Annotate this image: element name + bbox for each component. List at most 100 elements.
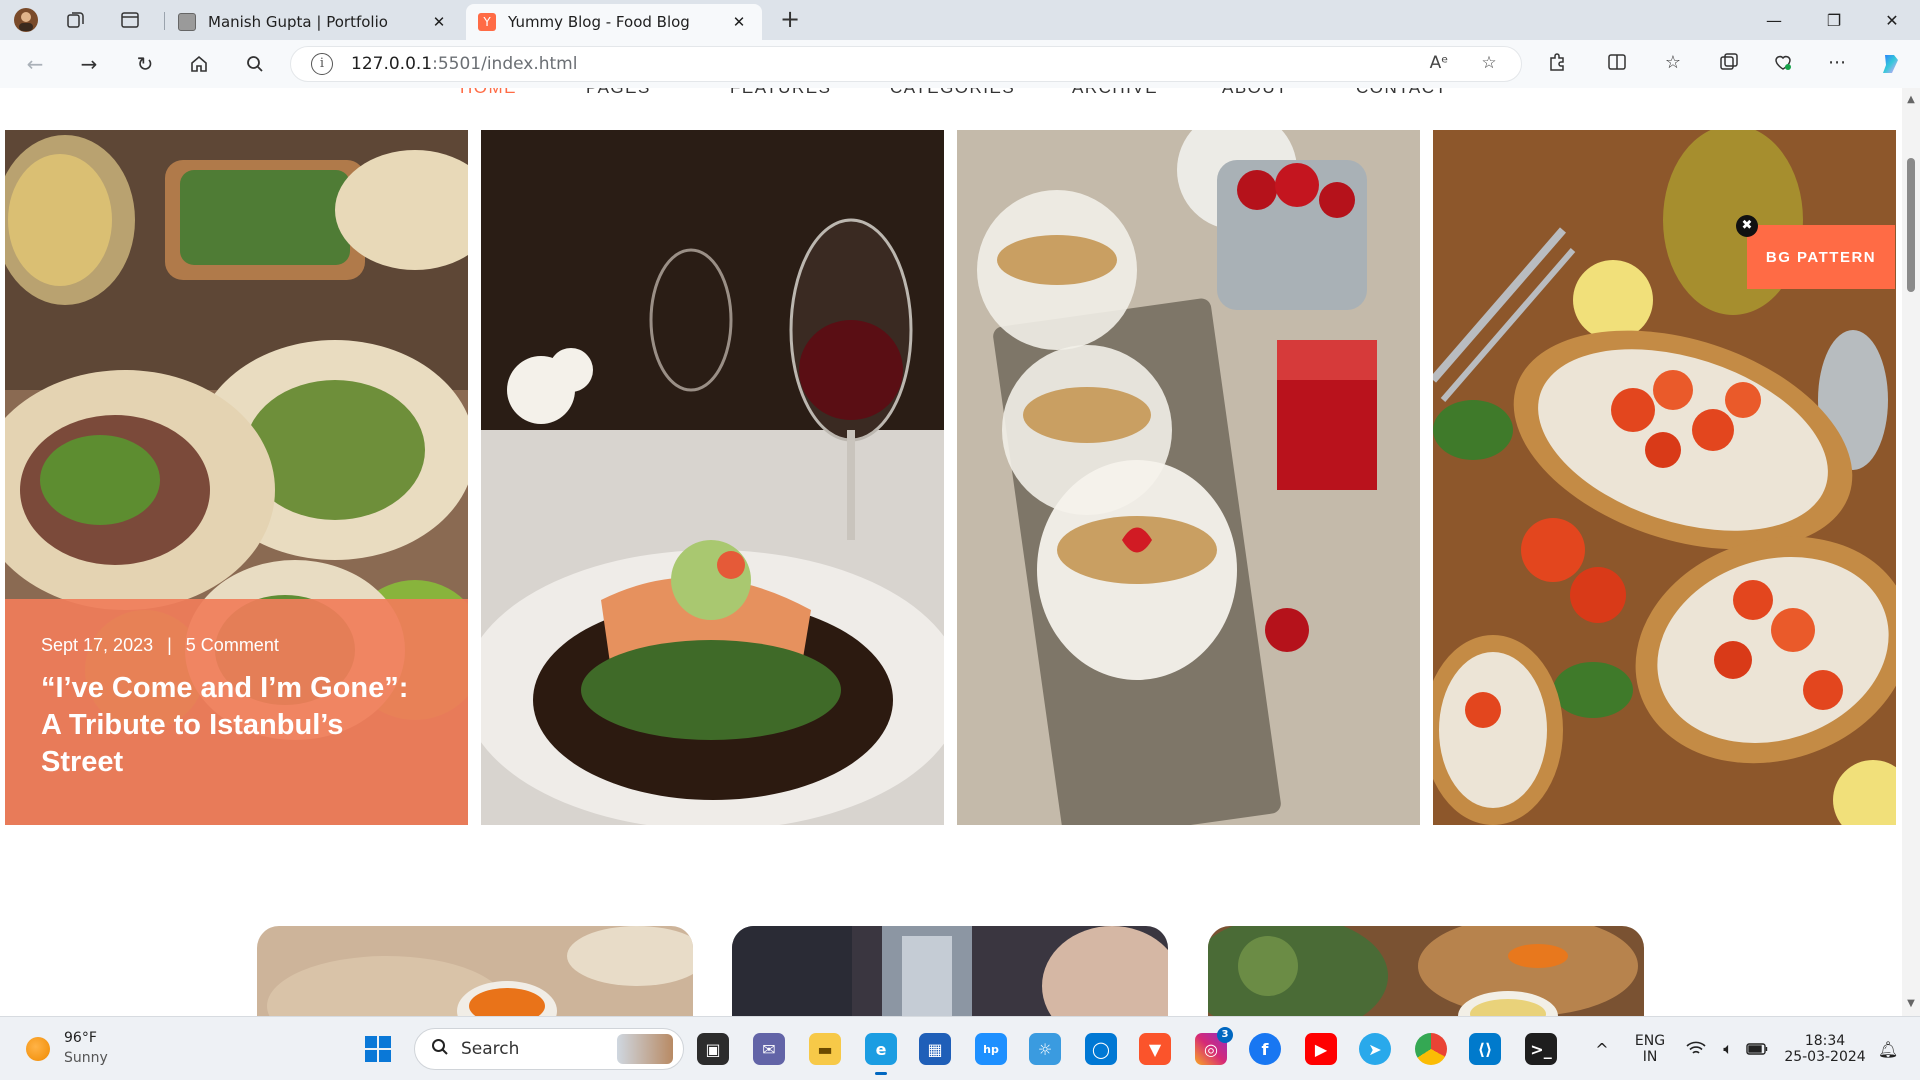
page-scrollbar[interactable]: ▲ ▼ <box>1902 88 1920 1016</box>
language-code: ENG <box>1634 1033 1666 1049</box>
copilot-icon[interactable] <box>1878 52 1904 76</box>
clock-time: 18:34 <box>1804 1033 1846 1049</box>
nav-features[interactable]: FEATURES <box>730 88 831 98</box>
brave-browser-icon[interactable]: ▼ <box>1139 1033 1171 1065</box>
post-date: Sept 17, 2023 <box>41 635 154 655</box>
vertical-tabs-icon[interactable] <box>116 6 144 34</box>
post-overlay: Sept 17, 2023 | 5 Comment “I’ve Come and I… <box>5 599 468 825</box>
nav-home[interactable]: HOME <box>460 88 517 98</box>
split-screen-icon[interactable] <box>1604 52 1630 76</box>
notification-badge: 3 <box>1217 1027 1233 1043</box>
file-explorer-icon[interactable]: ▬ <box>809 1033 841 1065</box>
minimize-button[interactable]: — <box>1746 0 1802 40</box>
bg-pattern-close-icon[interactable]: ✖ <box>1736 215 1758 237</box>
workspaces-icon[interactable] <box>62 6 90 34</box>
tab-portfolio[interactable]: Manish Gupta | Portfolio ✕ <box>166 4 462 40</box>
url-text[interactable]: 127.0.0.1:5501/index.html <box>351 54 577 74</box>
post-meta: Sept 17, 2023 | 5 Comment <box>41 635 432 656</box>
battery-icon[interactable] <box>1746 1017 1770 1081</box>
yummy-favicon-icon: Y <box>478 13 496 31</box>
parfait-photo <box>957 130 1420 825</box>
new-tab-button[interactable]: + <box>776 6 804 34</box>
chrome-icon[interactable] <box>1415 1033 1447 1065</box>
search-icon[interactable] <box>240 50 270 78</box>
edge-browser-icon[interactable]: e <box>865 1033 897 1075</box>
tab-title: Manish Gupta | Portfolio <box>208 13 388 31</box>
salmon-photo <box>481 130 944 825</box>
site-navigation: HOME PAGES FEATURES CATEGORIES ARCHIVE A… <box>0 88 1902 106</box>
nav-categories[interactable]: CATEGORIES <box>890 88 1015 98</box>
site-info-icon[interactable]: i <box>311 53 333 75</box>
facebook-icon[interactable]: f <box>1249 1033 1281 1065</box>
windows-taskbar: 96°F Sunny Search ▣ ✉ ▬ e ▦ hp ☼ ◯ ▼ ◎ 3 … <box>0 1016 1920 1080</box>
scrollbar-thumb[interactable] <box>1907 158 1915 292</box>
notification-bell-icon[interactable]: 🔔︎ <box>1876 1017 1900 1081</box>
tab-yummy-blog[interactable]: Y Yummy Blog - Food Blog ✕ <box>466 4 762 40</box>
search-highlight-icon <box>617 1034 673 1064</box>
tab-title: Yummy Blog - Food Blog <box>508 13 690 31</box>
telegram-icon[interactable]: ➤ <box>1359 1033 1391 1065</box>
address-bar[interactable]: i 127.0.0.1:5501/index.html Aᵉ ☆ <box>290 46 1522 82</box>
close-icon[interactable]: ✕ <box>728 13 750 31</box>
restore-button[interactable]: ❐ <box>1806 0 1862 40</box>
profile-avatar-icon[interactable] <box>12 6 40 34</box>
browser-tab-strip: Manish Gupta | Portfolio ✕ Y Yummy Blog … <box>0 0 1920 40</box>
nav-pages[interactable]: PAGES <box>586 88 651 98</box>
microsoft-store-icon[interactable]: ▦ <box>919 1033 951 1065</box>
post-thumbnail[interactable] <box>732 926 1168 1016</box>
featured-post-card[interactable]: Sept 17, 2023 | 5 Comment “I’ve Come and I… <box>5 130 468 825</box>
nav-archive[interactable]: ARCHIVE <box>1072 88 1158 98</box>
post-comments[interactable]: 5 Comment <box>186 635 279 655</box>
url-path: :5501/index.html <box>432 54 578 74</box>
close-icon[interactable]: ✕ <box>428 13 450 31</box>
youtube-icon[interactable]: ▶ <box>1305 1033 1337 1065</box>
refresh-button[interactable]: ↻ <box>130 50 160 78</box>
cortana-icon[interactable]: ◯ <box>1085 1033 1117 1065</box>
weather-app-icon[interactable]: ☼ <box>1029 1033 1061 1065</box>
volume-icon[interactable]: 🔈︎ <box>1716 1017 1740 1081</box>
task-view-icon[interactable]: ▣ <box>697 1033 729 1065</box>
instagram-icon[interactable]: ◎ 3 <box>1195 1027 1233 1065</box>
post-headline[interactable]: “I’ve Come and I’m Gone”: A Tribute to I… <box>41 670 432 781</box>
terminal-icon[interactable]: >_ <box>1525 1033 1557 1065</box>
featured-post-card[interactable] <box>957 130 1420 825</box>
browser-toolbar: ← → ↻ i 127.0.0.1:5501/index.html Aᵉ ☆ ☆… <box>0 40 1920 88</box>
forward-button[interactable]: → <box>74 50 104 78</box>
meta-separator: | <box>167 635 172 655</box>
post-thumbnail[interactable] <box>1208 926 1644 1016</box>
post-thumbnail[interactable] <box>257 926 693 1016</box>
read-aloud-icon[interactable]: Aᵉ <box>1425 53 1453 77</box>
region-code: IN <box>1642 1049 1658 1065</box>
close-window-button[interactable]: ✕ <box>1864 0 1920 40</box>
search-label: Search <box>461 1039 520 1059</box>
vscode-icon[interactable]: ⟨⟩ <box>1469 1033 1501 1065</box>
wifi-icon[interactable] <box>1686 1017 1710 1081</box>
back-button[interactable]: ← <box>20 50 50 78</box>
browser-essentials-icon[interactable] <box>1770 52 1796 76</box>
sun-weather-icon[interactable] <box>26 1037 50 1061</box>
portfolio-favicon-icon <box>178 13 196 31</box>
url-host: 127.0.0.1 <box>351 54 433 74</box>
myhp-icon[interactable]: hp <box>975 1033 1007 1065</box>
favorite-star-icon[interactable]: ☆ <box>1475 53 1503 77</box>
favorites-icon[interactable]: ☆ <box>1660 52 1686 76</box>
weather-temperature[interactable]: 96°F <box>64 1030 97 1046</box>
start-windows-icon[interactable] <box>362 1033 394 1065</box>
taskbar-search[interactable]: Search <box>414 1028 684 1070</box>
featured-post-card[interactable] <box>481 130 944 825</box>
kitchen-photo <box>732 926 1168 1016</box>
bg-pattern-button[interactable]: BG PATTERN <box>1747 225 1895 289</box>
extensions-icon[interactable] <box>1544 52 1570 76</box>
nav-contact[interactable]: CONTACT <box>1356 88 1447 98</box>
nav-about[interactable]: ABOUT <box>1222 88 1288 98</box>
input-language[interactable]: ENG IN <box>1630 1017 1670 1081</box>
more-menu-icon[interactable]: ⋯ <box>1824 52 1850 76</box>
home-button[interactable] <box>184 50 214 78</box>
show-hidden-icons-chevron-icon[interactable]: ^ <box>1590 1017 1614 1081</box>
weather-condition[interactable]: Sunny <box>64 1050 108 1066</box>
clock[interactable]: 18:34 25-03-2024 <box>1784 1017 1866 1081</box>
scroll-up-icon[interactable]: ▲ <box>1905 94 1917 106</box>
teams-chat-icon[interactable]: ✉ <box>753 1033 785 1065</box>
scroll-down-icon[interactable]: ▼ <box>1905 998 1917 1010</box>
collections-icon[interactable] <box>1716 52 1742 76</box>
